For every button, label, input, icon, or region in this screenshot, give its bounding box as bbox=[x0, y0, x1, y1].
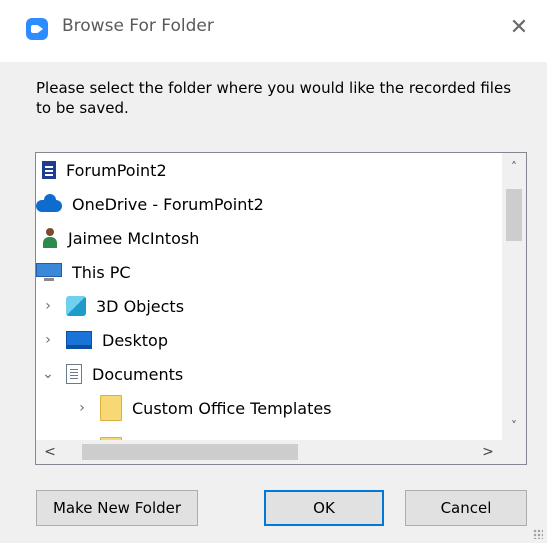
computer-icon bbox=[36, 263, 62, 281]
horizontal-scrollbar[interactable]: < > bbox=[36, 440, 502, 464]
browse-folder-dialog: Browse For Folder ✕ Please select the fo… bbox=[0, 0, 547, 543]
close-icon: ✕ bbox=[509, 15, 529, 40]
folder-tree-rows: ForumPoint2 OneDrive - ForumPoint2 Jaime… bbox=[36, 153, 502, 440]
tree-item-this-pc[interactable]: This PC bbox=[36, 255, 131, 289]
tree-item-partial[interactable] bbox=[100, 425, 132, 440]
dialog-title: Browse For Folder bbox=[62, 16, 214, 36]
scroll-left-arrow-icon[interactable]: < bbox=[38, 440, 62, 464]
vertical-scroll-thumb[interactable] bbox=[506, 189, 522, 241]
folder-icon bbox=[100, 395, 122, 421]
desktop-icon bbox=[66, 331, 92, 349]
make-new-folder-button[interactable]: Make New Folder bbox=[36, 490, 198, 526]
expand-chevron-icon[interactable]: › bbox=[40, 332, 56, 348]
tree-item-onedrive[interactable]: OneDrive - ForumPoint2 bbox=[36, 187, 264, 221]
tree-item-label: This PC bbox=[72, 262, 131, 282]
zoom-app-icon bbox=[26, 18, 48, 40]
tree-item-documents[interactable]: ⌄ Documents bbox=[40, 357, 183, 391]
close-button[interactable]: ✕ bbox=[503, 12, 535, 44]
tree-item-label: Documents bbox=[92, 364, 184, 384]
tree-item-label: 3D Objects bbox=[96, 296, 185, 316]
tree-item-3d-objects[interactable]: › 3D Objects bbox=[40, 289, 184, 323]
tree-item-label: Desktop bbox=[102, 330, 168, 350]
scroll-down-arrow-icon[interactable]: ˅ bbox=[502, 414, 526, 438]
collapse-chevron-icon[interactable]: ⌄ bbox=[40, 366, 56, 382]
title-bar: Browse For Folder ✕ bbox=[0, 0, 547, 62]
building-icon bbox=[42, 161, 56, 179]
tree-item-forumpoint2[interactable]: ForumPoint2 bbox=[42, 153, 167, 187]
tree-item-label: Custom Office Templates bbox=[132, 398, 332, 418]
vertical-scrollbar[interactable]: ˄ ˅ bbox=[502, 153, 526, 440]
3d-objects-icon bbox=[66, 296, 86, 316]
expand-chevron-icon[interactable]: › bbox=[40, 298, 56, 314]
resize-grip-icon[interactable] bbox=[533, 529, 543, 539]
scroll-right-arrow-icon[interactable]: > bbox=[476, 440, 500, 464]
onedrive-cloud-icon bbox=[36, 194, 62, 212]
tree-item-user[interactable]: Jaimee McIntosh bbox=[42, 221, 199, 255]
user-icon bbox=[42, 228, 58, 248]
tree-item-custom-office-templates[interactable]: › Custom Office Templates bbox=[74, 391, 332, 425]
tree-item-desktop[interactable]: › Desktop bbox=[40, 323, 168, 357]
horizontal-scroll-thumb[interactable] bbox=[82, 444, 298, 460]
tree-item-label: Jaimee McIntosh bbox=[68, 228, 200, 248]
tree-item-label: OneDrive - ForumPoint2 bbox=[72, 194, 264, 214]
ok-button[interactable]: OK bbox=[264, 490, 384, 526]
tree-item-label: ForumPoint2 bbox=[66, 160, 167, 180]
instruction-text: Please select the folder where you would… bbox=[36, 79, 512, 117]
cancel-button[interactable]: Cancel bbox=[405, 490, 527, 526]
scroll-up-arrow-icon[interactable]: ˄ bbox=[502, 155, 526, 179]
folder-tree[interactable]: ForumPoint2 OneDrive - ForumPoint2 Jaime… bbox=[35, 152, 527, 465]
scrollbar-corner bbox=[502, 440, 526, 464]
expand-chevron-icon[interactable]: › bbox=[74, 400, 90, 416]
documents-icon bbox=[66, 364, 82, 384]
